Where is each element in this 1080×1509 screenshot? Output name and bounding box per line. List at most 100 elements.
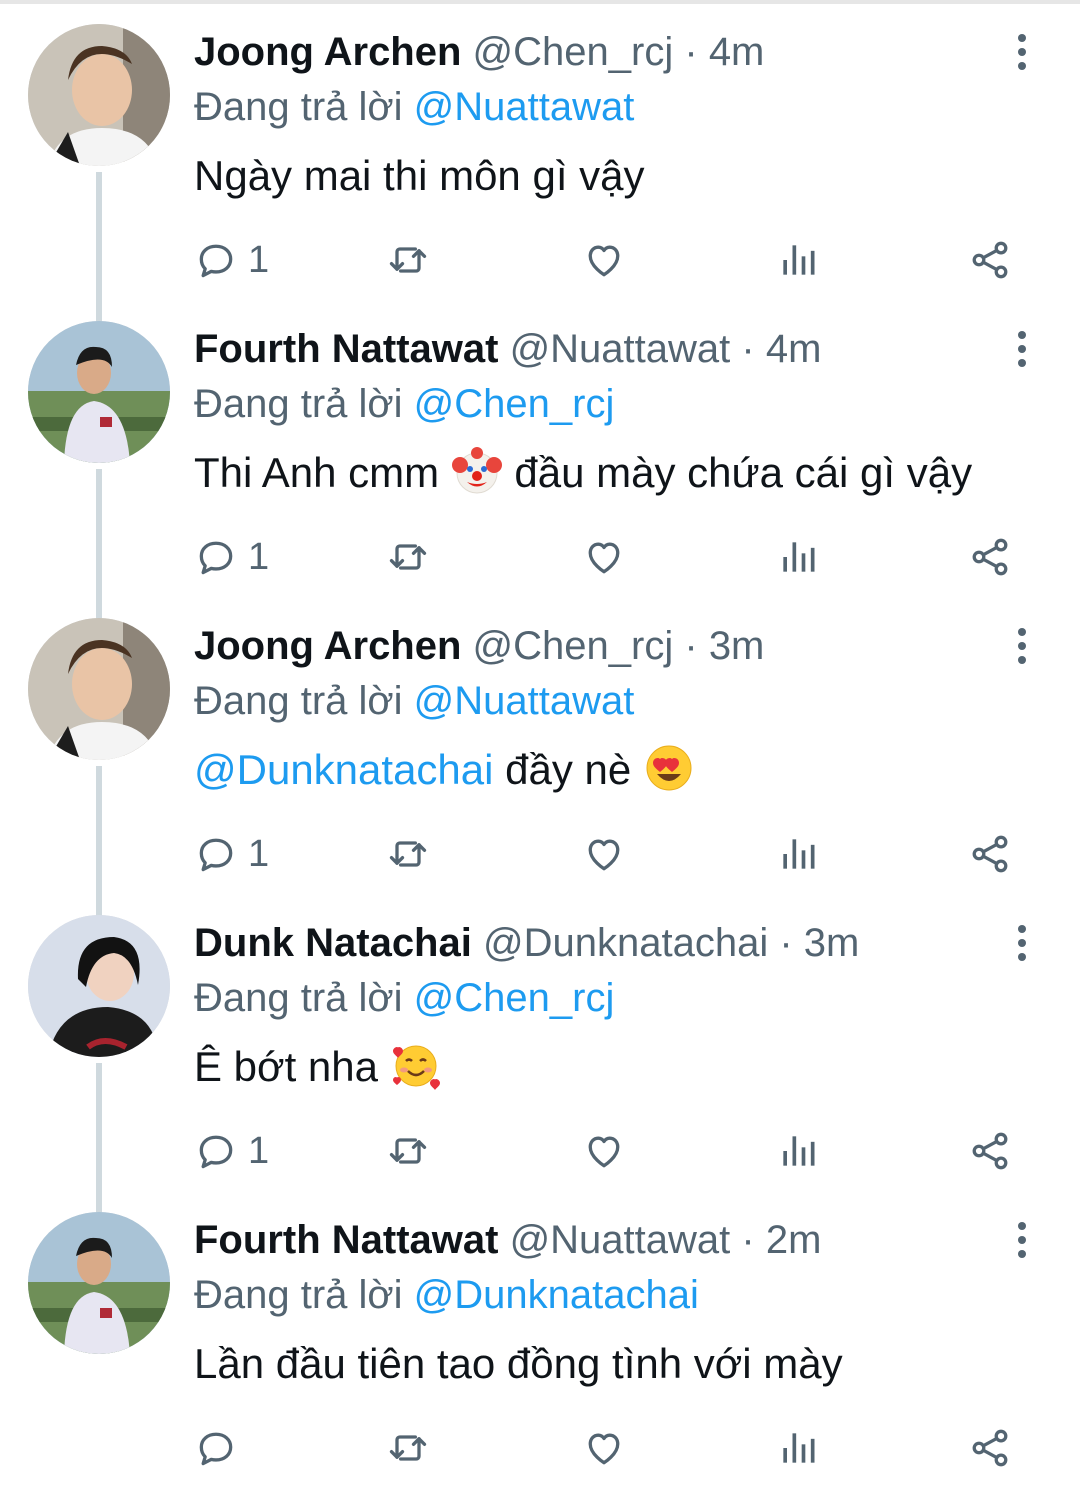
like-button[interactable] xyxy=(582,230,626,290)
retweet-icon xyxy=(389,1435,427,1461)
reply-button[interactable]: 1 xyxy=(194,1121,269,1181)
views-icon xyxy=(783,1433,815,1463)
avatar[interactable] xyxy=(28,1212,170,1354)
retweet-icon xyxy=(389,841,427,867)
share-button[interactable] xyxy=(968,527,1012,587)
timestamp[interactable]: 4m xyxy=(766,327,822,371)
share-button[interactable] xyxy=(968,824,1012,884)
author-name[interactable]: Fourth Nattawat xyxy=(194,327,498,371)
reply-icon xyxy=(199,541,233,575)
tweet-text-after: đầu mày chứa cái gì vậy xyxy=(514,449,973,496)
replying-to: Đang trả lời @Chen_rcj xyxy=(194,379,614,429)
replying-prefix: Đang trả lời xyxy=(194,85,403,129)
views-button[interactable] xyxy=(776,230,820,290)
views-button[interactable] xyxy=(776,1121,820,1181)
retweet-button[interactable] xyxy=(386,1418,430,1478)
reply-to-mention[interactable]: @Chen_rcj xyxy=(414,382,615,426)
tweet[interactable]: Joong Archen @Chen_rcj · 3m Đang trả lời… xyxy=(0,618,1080,923)
reply-to-mention[interactable]: @Chen_rcj xyxy=(414,976,615,1020)
more-options-icon[interactable] xyxy=(1012,628,1032,664)
like-button[interactable] xyxy=(582,1121,626,1181)
replying-to: Đang trả lời @Chen_rcj xyxy=(194,973,614,1023)
share-button[interactable] xyxy=(968,1418,1012,1478)
tweet-text: Ngày mai thi môn gì vậy xyxy=(194,148,645,204)
replying-to: Đang trả lời @Nuattawat xyxy=(194,676,634,726)
more-options-icon[interactable] xyxy=(1012,34,1032,70)
author-handle[interactable]: @Nuattawat xyxy=(510,327,731,371)
reply-to-mention[interactable]: @Nuattawat xyxy=(414,85,635,129)
retweet-icon xyxy=(389,1138,427,1164)
share-button[interactable] xyxy=(968,230,1012,290)
replying-prefix: Đang trả lời xyxy=(194,679,403,723)
tweet[interactable]: Dunk Natachai @Dunknatachai · 3m Đang tr… xyxy=(0,915,1080,1220)
like-icon xyxy=(588,1136,620,1168)
author-handle[interactable]: @Dunknatachai xyxy=(483,921,768,965)
share-icon xyxy=(972,1132,1008,1170)
reply-count: 1 xyxy=(248,1129,270,1172)
avatar[interactable] xyxy=(28,321,170,463)
separator-dot: · xyxy=(741,327,755,371)
timestamp[interactable]: 3m xyxy=(709,624,765,668)
views-button[interactable] xyxy=(776,527,820,587)
like-button[interactable] xyxy=(582,1418,626,1478)
reply-icon xyxy=(199,1432,233,1466)
tweet-actions: 1 xyxy=(0,1121,1080,1181)
share-icon xyxy=(972,538,1008,576)
author-handle[interactable]: @Chen_rcj xyxy=(473,624,674,668)
avatar[interactable] xyxy=(28,24,170,166)
more-options-icon[interactable] xyxy=(1012,1222,1032,1258)
timestamp[interactable]: 3m xyxy=(804,921,860,965)
timestamp[interactable]: 4m xyxy=(709,30,765,74)
author-handle[interactable]: @Chen_rcj xyxy=(473,30,674,74)
separator-dot: · xyxy=(779,921,793,965)
tweet[interactable]: Fourth Nattawat @Nuattawat · 4m Đang trả… xyxy=(0,321,1080,626)
author-name[interactable]: Fourth Nattawat xyxy=(194,1218,498,1262)
tweet-text-after: đầy nè xyxy=(505,746,632,793)
reply-to-mention[interactable]: @Dunknatachai xyxy=(414,1273,699,1317)
clown-face-emoji xyxy=(451,445,503,497)
views-button[interactable] xyxy=(776,824,820,884)
timestamp[interactable]: 2m xyxy=(766,1218,822,1262)
more-options-icon[interactable] xyxy=(1012,925,1032,961)
reply-button[interactable]: 1 xyxy=(194,230,269,290)
reply-icon xyxy=(199,838,233,872)
reply-count: 1 xyxy=(248,832,270,875)
replying-prefix: Đang trả lời xyxy=(194,976,403,1020)
tweet[interactable]: Fourth Nattawat @Nuattawat · 2m Đang trả… xyxy=(0,1212,1080,1509)
views-icon xyxy=(783,839,815,869)
retweet-icon xyxy=(389,544,427,570)
views-button[interactable] xyxy=(776,1418,820,1478)
like-icon xyxy=(588,839,620,871)
replying-prefix: Đang trả lời xyxy=(194,382,403,426)
author-name[interactable]: Joong Archen xyxy=(194,30,461,74)
author-name[interactable]: Dunk Natachai xyxy=(194,921,472,965)
separator-dot: · xyxy=(684,30,698,74)
avatar[interactable] xyxy=(28,915,170,1057)
reply-button[interactable]: 1 xyxy=(194,527,269,587)
more-options-icon[interactable] xyxy=(1012,331,1032,367)
tweet-mention-link[interactable]: @Dunknatachai xyxy=(194,746,493,793)
like-button[interactable] xyxy=(582,527,626,587)
tweet-actions: 1 xyxy=(0,527,1080,587)
tweet[interactable]: Joong Archen @Chen_rcj · 4m Đang trả lời… xyxy=(0,24,1080,329)
reply-button[interactable] xyxy=(194,1418,248,1478)
avatar[interactable] xyxy=(28,618,170,760)
replying-to: Đang trả lời @Dunknatachai xyxy=(194,1270,699,1320)
reply-button[interactable]: 1 xyxy=(194,824,269,884)
reply-to-mention[interactable]: @Nuattawat xyxy=(414,679,635,723)
retweet-button[interactable] xyxy=(386,1121,430,1181)
retweet-button[interactable] xyxy=(386,527,430,587)
share-button[interactable] xyxy=(968,1121,1012,1181)
smiling-face-with-hearts-emoji xyxy=(390,1039,442,1091)
like-button[interactable] xyxy=(582,824,626,884)
author-name[interactable]: Joong Archen xyxy=(194,624,461,668)
reply-icon xyxy=(199,244,233,278)
retweet-button[interactable] xyxy=(386,824,430,884)
author-handle[interactable]: @Nuattawat xyxy=(510,1218,731,1262)
reply-thread: Joong Archen @Chen_rcj · 4m Đang trả lời… xyxy=(0,0,1080,1480)
retweet-button[interactable] xyxy=(386,230,430,290)
replying-to: Đang trả lời @Nuattawat xyxy=(194,82,634,132)
reply-icon xyxy=(199,1135,233,1169)
tweet-text: Lần đầu tiên tao đồng tình với mày xyxy=(194,1336,843,1392)
tweet-actions: 1 xyxy=(0,824,1080,884)
